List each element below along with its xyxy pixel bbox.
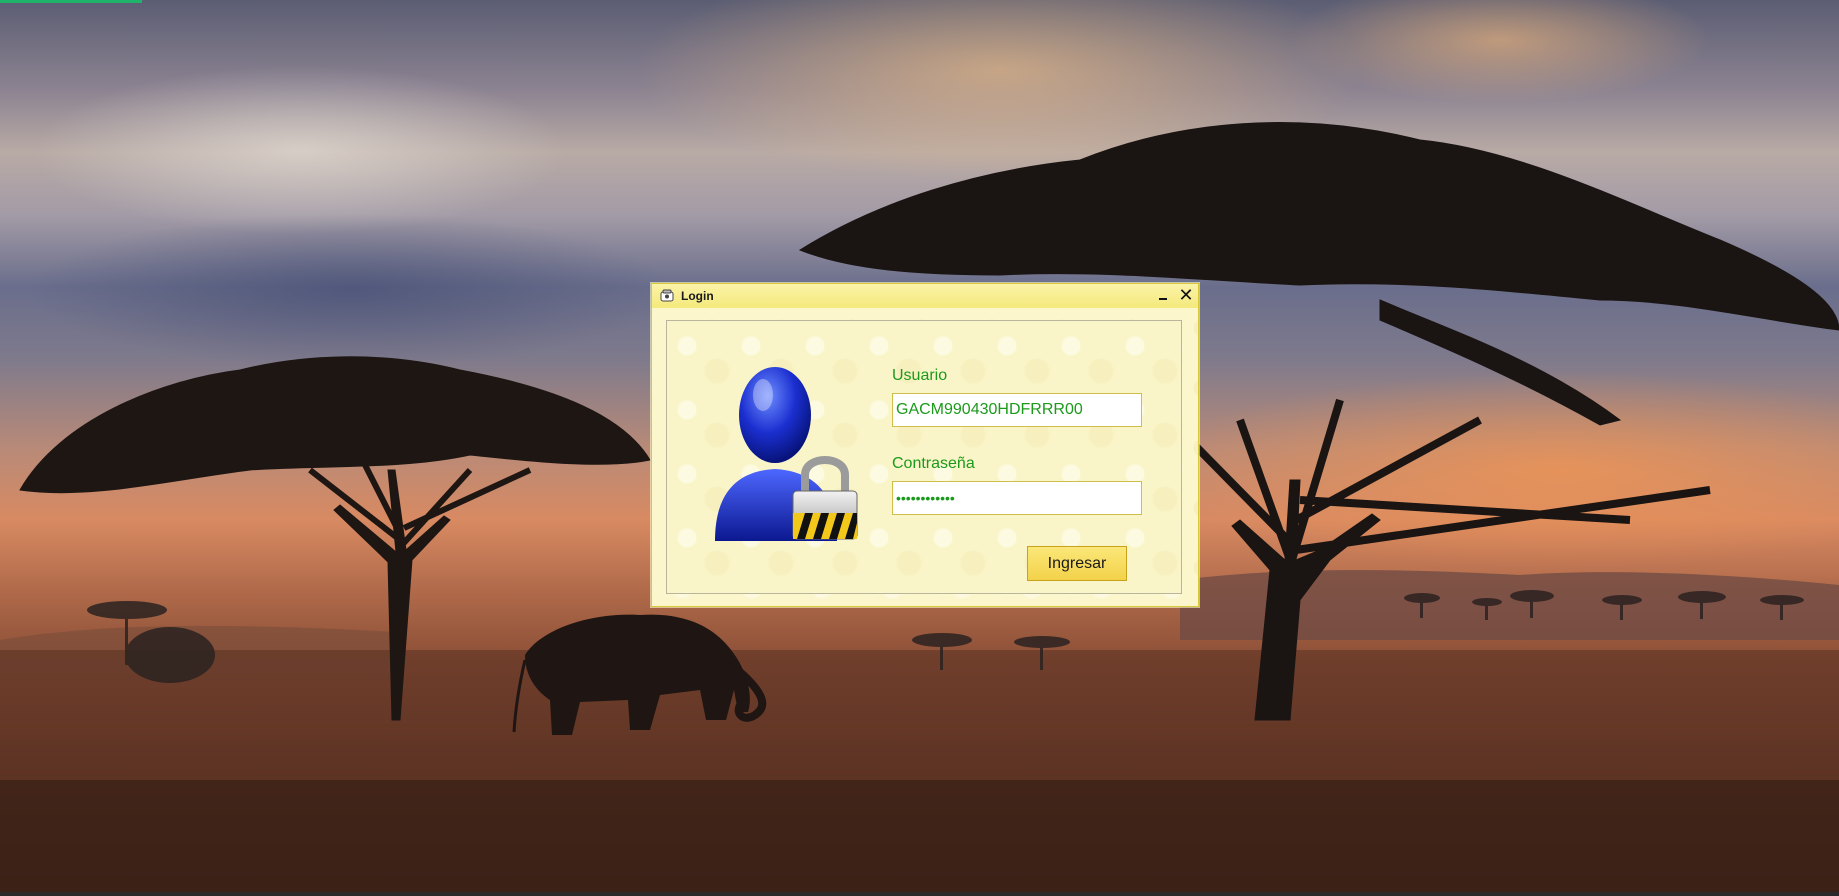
username-field[interactable] [892, 393, 1142, 427]
elephant-silhouette [512, 614, 767, 735]
password-label: Contraseña [892, 455, 975, 472]
close-icon: ✕ [1178, 285, 1194, 305]
minimize-button[interactable] [1155, 287, 1171, 305]
taskbar-strip [0, 892, 1839, 896]
title-bar[interactable]: Login ✕ [652, 284, 1198, 308]
login-window-icon [660, 289, 674, 302]
login-button[interactable]: Ingresar [1027, 546, 1127, 581]
window-title: Login [681, 289, 714, 303]
login-form-panel: Usuario Contraseña Ingresar [666, 320, 1182, 594]
password-field[interactable] [892, 481, 1142, 515]
username-label: Usuario [892, 367, 948, 384]
desktop-background: Login ✕ Usuario GACM990430HDFRRR00 Contr… [0, 0, 1839, 896]
login-window: Login ✕ Usuario GACM990430HDFRRR00 Contr… [651, 283, 1199, 607]
user-lock-icon [715, 367, 858, 541]
window-body: Usuario Contraseña Ingresar [652, 308, 1198, 606]
close-button[interactable]: ✕ [1177, 286, 1195, 304]
minimize-icon [1159, 298, 1167, 300]
ground-dark [0, 780, 1839, 896]
